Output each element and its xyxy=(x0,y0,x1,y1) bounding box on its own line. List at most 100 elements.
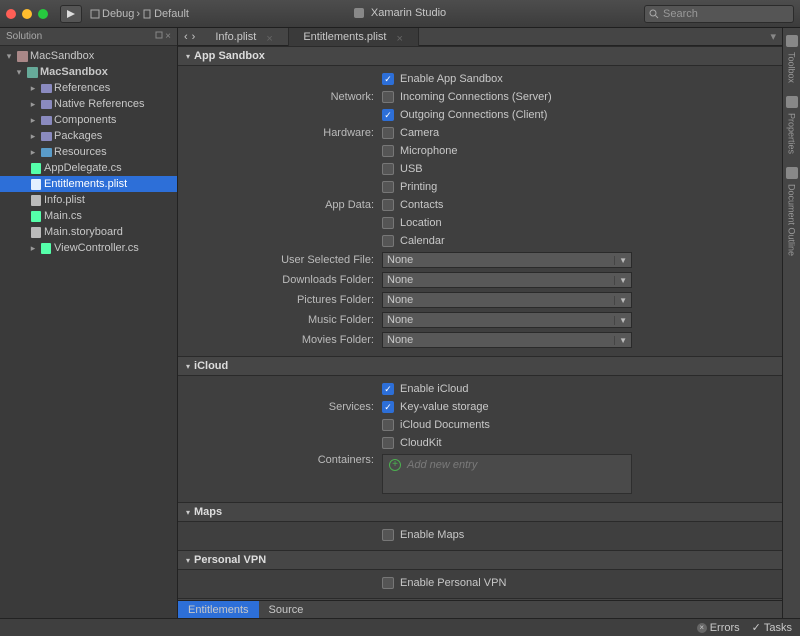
location-checkbox[interactable] xyxy=(382,217,394,229)
camera-checkbox[interactable] xyxy=(382,127,394,139)
popup-value: None xyxy=(387,314,413,326)
contacts-checkbox[interactable] xyxy=(382,199,394,211)
chevron-right-icon[interactable]: ▸ xyxy=(28,243,38,254)
section-maps[interactable]: ▾ Maps xyxy=(178,502,782,522)
calendar-checkbox[interactable] xyxy=(382,235,394,247)
chevron-down-icon[interactable]: ▾ xyxy=(186,508,190,517)
solution-node[interactable]: ▾ MacSandbox xyxy=(0,48,177,64)
icloud-documents-checkbox[interactable] xyxy=(382,419,394,431)
tab-overflow-menu[interactable]: ▾ xyxy=(764,30,782,43)
printing-checkbox[interactable] xyxy=(382,181,394,193)
incoming-connections-checkbox[interactable] xyxy=(382,91,394,103)
entitlements-view-tab[interactable]: Entitlements xyxy=(178,601,259,619)
config-selector[interactable]: Debug › Default xyxy=(90,8,189,20)
project-node[interactable]: ▾ MacSandbox xyxy=(0,64,177,80)
enable-app-sandbox-checkbox[interactable] xyxy=(382,73,394,85)
tree-file[interactable]: Main.cs xyxy=(0,208,177,224)
chevron-down-icon[interactable]: ▾ xyxy=(186,52,190,61)
properties-pad[interactable]: Properties xyxy=(787,113,797,154)
popup-value: None xyxy=(387,274,413,286)
checkbox-label: iCloud Documents xyxy=(400,419,490,431)
plist-file-icon xyxy=(30,194,42,206)
back-icon[interactable]: ‹ xyxy=(184,31,188,43)
chevron-right-icon[interactable]: ▸ xyxy=(28,83,38,94)
close-icon[interactable]: × xyxy=(396,33,404,41)
chevron-down-icon: ▼ xyxy=(614,256,627,265)
checkbox-label: Enable Personal VPN xyxy=(400,577,506,589)
global-search-input[interactable]: Search xyxy=(644,5,794,23)
movies-folder-popup[interactable]: None▼ xyxy=(382,332,632,348)
checkbox-label: Key-value storage xyxy=(400,401,489,413)
run-button[interactable] xyxy=(60,5,82,23)
microphone-checkbox[interactable] xyxy=(382,145,394,157)
chevron-right-icon[interactable]: ▸ xyxy=(28,115,38,126)
document-outline-pad[interactable]: Document Outline xyxy=(787,184,797,256)
zoom-window-icon[interactable] xyxy=(38,9,48,19)
tree-file[interactable]: ▸ViewController.cs xyxy=(0,240,177,256)
tree-label: Native References xyxy=(54,98,145,110)
chevron-down-icon[interactable]: ▾ xyxy=(4,51,14,62)
folder-icon xyxy=(40,130,52,142)
toolbox-pad[interactable]: Toolbox xyxy=(787,52,797,83)
tree-file[interactable]: AppDelegate.cs xyxy=(0,160,177,176)
chevron-down-icon[interactable]: ▾ xyxy=(186,362,190,371)
services-label: Services: xyxy=(192,401,382,413)
add-icon[interactable]: + xyxy=(389,459,401,471)
tree-file[interactable]: Info.plist xyxy=(0,192,177,208)
status-bar: ×Errors ✓Tasks xyxy=(0,618,800,636)
errors-status[interactable]: ×Errors xyxy=(697,622,740,634)
document-outline-icon[interactable] xyxy=(786,167,798,179)
kvs-checkbox[interactable] xyxy=(382,401,394,413)
checkbox-label: Enable Maps xyxy=(400,529,464,541)
section-personal-vpn[interactable]: ▾Personal VPN xyxy=(178,550,782,570)
toolbox-icon[interactable] xyxy=(786,35,798,47)
tab-entitlements-plist[interactable]: Entitlements.plist× xyxy=(289,28,419,46)
solution-tree[interactable]: ▾ MacSandbox ▾ MacSandbox ▸References ▸ N… xyxy=(0,46,177,618)
popup-value: None xyxy=(387,254,413,266)
outgoing-connections-checkbox[interactable] xyxy=(382,109,394,121)
minimize-window-icon[interactable] xyxy=(22,9,32,19)
section-title: Maps xyxy=(194,506,222,518)
storyboard-file-icon xyxy=(30,226,42,238)
chevron-right-icon[interactable]: ▸ xyxy=(28,131,38,142)
user-selected-file-popup[interactable]: None ▼ xyxy=(382,252,632,268)
tree-folder[interactable]: ▸References xyxy=(0,80,177,96)
section-icloud[interactable]: ▾iCloud xyxy=(178,356,782,376)
downloads-folder-popup[interactable]: None▼ xyxy=(382,272,632,288)
chevron-down-icon[interactable]: ▾ xyxy=(186,556,190,565)
top-toolbar: Debug › Default Xamarin Studio Search xyxy=(0,0,800,28)
tab-label: Entitlements xyxy=(188,604,249,616)
enable-icloud-checkbox[interactable] xyxy=(382,383,394,395)
tree-folder[interactable]: ▸Resources xyxy=(0,144,177,160)
enable-vpn-checkbox[interactable] xyxy=(382,577,394,589)
tree-file[interactable]: Main.storyboard xyxy=(0,224,177,240)
entitlements-editor[interactable]: ▾App Sandbox Enable App Sandbox Network:… xyxy=(178,46,782,600)
check-icon: ✓ xyxy=(752,621,761,634)
usb-checkbox[interactable] xyxy=(382,163,394,175)
tree-folder[interactable]: ▸Components xyxy=(0,112,177,128)
enable-maps-checkbox[interactable] xyxy=(382,529,394,541)
sidebar-pin-icon[interactable]: × xyxy=(155,31,171,42)
tree-folder[interactable]: ▸Packages xyxy=(0,128,177,144)
chevron-right-icon[interactable]: ▸ xyxy=(28,99,38,110)
tree-file-selected[interactable]: Entitlements.plist xyxy=(0,176,177,192)
csharp-file-icon xyxy=(30,162,42,174)
icloud-containers-list[interactable]: +Add new entry xyxy=(382,454,632,494)
section-app-sandbox[interactable]: ▾App Sandbox xyxy=(178,46,782,66)
error-icon: × xyxy=(697,623,707,633)
close-icon[interactable]: × xyxy=(266,33,274,41)
chevron-right-icon[interactable]: ▸ xyxy=(28,147,38,158)
containers-label: Containers: xyxy=(192,454,382,466)
history-nav[interactable]: ‹› xyxy=(178,31,201,43)
chevron-down-icon[interactable]: ▾ xyxy=(14,67,24,78)
forward-icon[interactable]: › xyxy=(192,31,196,43)
music-folder-popup[interactable]: None▼ xyxy=(382,312,632,328)
properties-icon[interactable] xyxy=(786,96,798,108)
tab-info-plist[interactable]: Info.plist× xyxy=(201,28,289,46)
tree-folder[interactable]: ▸ Native References xyxy=(0,96,177,112)
close-window-icon[interactable] xyxy=(6,9,16,19)
source-view-tab[interactable]: Source xyxy=(259,601,314,619)
tasks-status[interactable]: ✓Tasks xyxy=(752,621,792,634)
pictures-folder-popup[interactable]: None▼ xyxy=(382,292,632,308)
cloudkit-checkbox[interactable] xyxy=(382,437,394,449)
